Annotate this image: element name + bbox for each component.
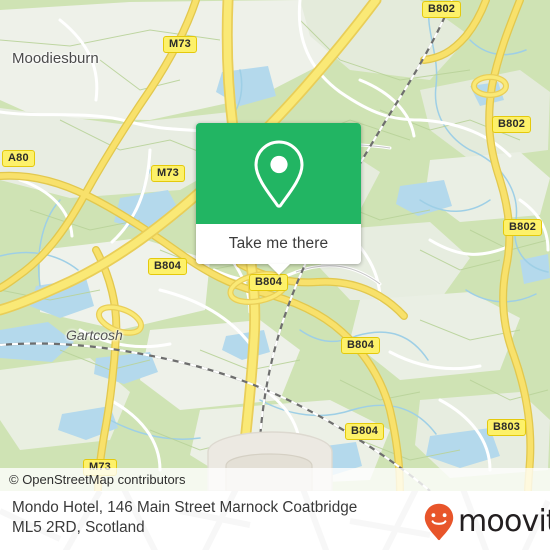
popup-cta[interactable]: Take me there xyxy=(196,224,361,264)
road-shield-b804-east[interactable]: B804 xyxy=(341,337,381,354)
road-shield-a80[interactable]: A80 xyxy=(2,150,35,167)
map-attribution-text: © OpenStreetMap contributors xyxy=(9,472,186,487)
map-screen: Moodiesburn Gartcosh B802 M73 B802 A80 M… xyxy=(0,0,550,550)
footer-bar: Mondo Hotel, 146 Main Street Marnock Coa… xyxy=(0,491,550,550)
popup-header xyxy=(196,123,361,224)
map-attribution-bar: © OpenStreetMap contributors xyxy=(0,468,550,491)
map-place-label-gartcosh: Gartcosh xyxy=(66,327,123,343)
road-shield-b803[interactable]: B803 xyxy=(487,419,527,436)
road-shield-b802-north[interactable]: B802 xyxy=(422,1,462,18)
map-canvas[interactable]: Moodiesburn Gartcosh B802 M73 B802 A80 M… xyxy=(0,0,550,491)
footer-address: Mondo Hotel, 146 Main Street Marnock Coa… xyxy=(12,498,417,538)
road-shield-b804-center[interactable]: B804 xyxy=(249,274,289,291)
moovit-wordmark: moovit xyxy=(458,504,550,539)
road-shield-b802-mideast[interactable]: B802 xyxy=(503,219,543,236)
footer-address-line2: ML5 2RD, Scotland xyxy=(12,519,145,536)
popup-tail xyxy=(267,264,290,275)
popup-cta-label: Take me there xyxy=(228,235,329,252)
footer-address-line1: Mondo Hotel, 146 Main Street Marnock Coa… xyxy=(12,499,358,516)
map-place-label-moodiesburn: Moodiesburn xyxy=(12,50,99,67)
road-shield-m73-north[interactable]: M73 xyxy=(163,36,197,53)
moovit-logo[interactable]: moovit xyxy=(424,503,550,541)
road-shield-b804-south[interactable]: B804 xyxy=(345,423,385,440)
road-shield-b804-west[interactable]: B804 xyxy=(148,258,188,275)
road-shield-b802-east[interactable]: B802 xyxy=(492,116,532,133)
location-popup[interactable]: Take me there xyxy=(196,123,361,275)
moovit-pin-icon xyxy=(424,503,454,541)
location-pin-icon xyxy=(253,139,304,208)
road-shield-m73-mid[interactable]: M73 xyxy=(151,165,185,182)
